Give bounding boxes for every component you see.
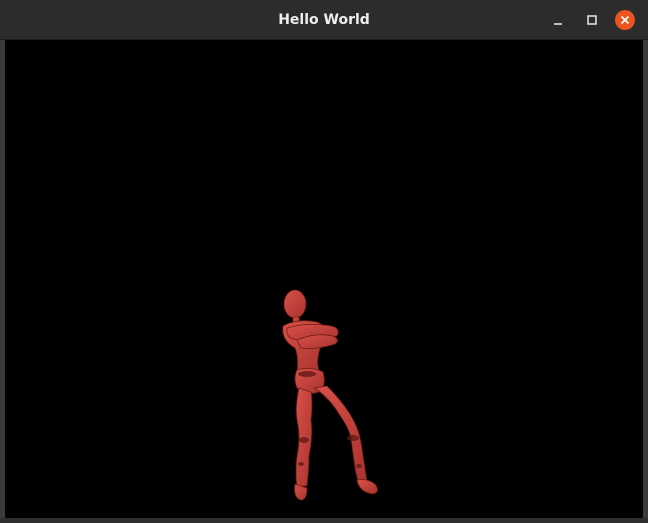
title-bar[interactable]: Hello World bbox=[0, 0, 648, 40]
window-bottom-edge bbox=[0, 518, 648, 523]
close-icon bbox=[620, 15, 630, 25]
app-window: Hello World bbox=[0, 0, 648, 523]
maximize-icon bbox=[587, 15, 597, 25]
model-right-leg bbox=[314, 385, 368, 485]
window-right-edge bbox=[643, 40, 648, 523]
maximize-button[interactable] bbox=[582, 10, 602, 30]
close-button[interactable] bbox=[615, 10, 635, 30]
minimize-icon bbox=[554, 23, 562, 25]
render-viewport[interactable] bbox=[5, 40, 643, 518]
mannequin-model bbox=[282, 289, 378, 501]
model-head bbox=[283, 289, 307, 319]
minimize-button[interactable] bbox=[548, 10, 568, 30]
